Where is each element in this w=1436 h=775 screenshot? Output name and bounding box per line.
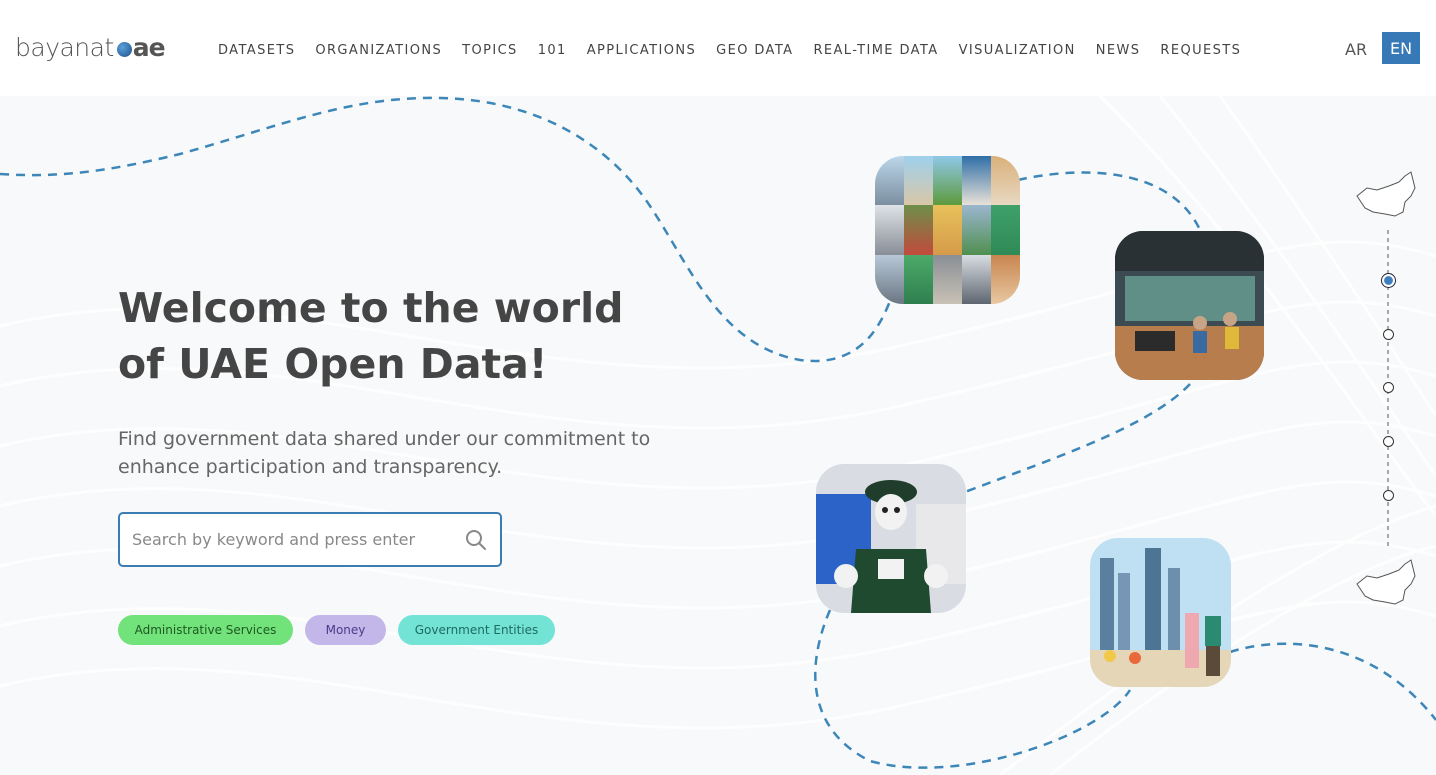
tag-government-entities[interactable]: Government Entities — [398, 615, 555, 645]
hero-subtitle: Find government data shared under our co… — [118, 425, 678, 481]
bayanat-logo[interactable]: bayanat ae — [15, 33, 166, 62]
nav-visualization[interactable]: VISUALIZATION — [959, 43, 1076, 58]
search-input[interactable] — [132, 530, 452, 549]
nav-topics[interactable]: TOPICS — [462, 43, 518, 58]
hero-title-line2: of UAE Open Data! — [118, 340, 548, 388]
nav-real-time-data[interactable]: REAL-TIME DATA — [813, 43, 938, 58]
navigator-dot-2[interactable] — [1383, 329, 1394, 340]
hero-subtitle-line1: Find government data shared under our co… — [118, 428, 651, 450]
tag-money[interactable]: Money — [305, 615, 386, 645]
navigator-dot-1[interactable] — [1381, 273, 1396, 288]
nav-datasets[interactable]: DATASETS — [218, 43, 295, 58]
search-box — [118, 512, 502, 567]
nav-applications[interactable]: APPLICATIONS — [587, 43, 696, 58]
robot-photo-image — [816, 464, 966, 613]
nav-news[interactable]: NEWS — [1096, 43, 1141, 58]
main-nav: DATASETS ORGANIZATIONS TOPICS 101 APPLIC… — [218, 43, 1261, 58]
photo-mosaic-image — [875, 156, 1020, 304]
office-photo-image — [1115, 231, 1264, 380]
logo-suffix: ae — [132, 33, 166, 62]
hero-title: Welcome to the world of UAE Open Data! — [118, 280, 718, 392]
navigator-dot-3[interactable] — [1383, 382, 1394, 393]
language-en-button[interactable]: EN — [1382, 32, 1420, 64]
site-header: bayanat ae DATASETS ORGANIZATIONS TOPICS… — [0, 0, 1436, 96]
hero-subtitle-line2: enhance participation and transparency. — [118, 456, 503, 478]
navigator-dot-5[interactable] — [1383, 490, 1394, 501]
topic-tags: Administrative Services Money Government… — [118, 615, 567, 645]
nav-requests[interactable]: REQUESTS — [1160, 43, 1241, 58]
section-navigator — [1350, 168, 1430, 608]
nav-organizations[interactable]: ORGANIZATIONS — [315, 43, 442, 58]
tag-administrative-services[interactable]: Administrative Services — [118, 615, 293, 645]
hero-title-line1: Welcome to the world — [118, 284, 624, 332]
beach-photo-image — [1090, 538, 1231, 687]
logo-dot-icon — [116, 42, 132, 57]
uae-map-icon — [1356, 171, 1416, 217]
language-ar-button[interactable]: AR — [1345, 40, 1367, 59]
uae-map-icon — [1356, 559, 1416, 605]
nav-geo-data[interactable]: GEO DATA — [716, 43, 793, 58]
navigator-dot-4[interactable] — [1383, 436, 1394, 447]
nav-101[interactable]: 101 — [538, 43, 567, 58]
logo-text: bayanat — [15, 33, 114, 62]
search-icon[interactable] — [464, 528, 488, 552]
